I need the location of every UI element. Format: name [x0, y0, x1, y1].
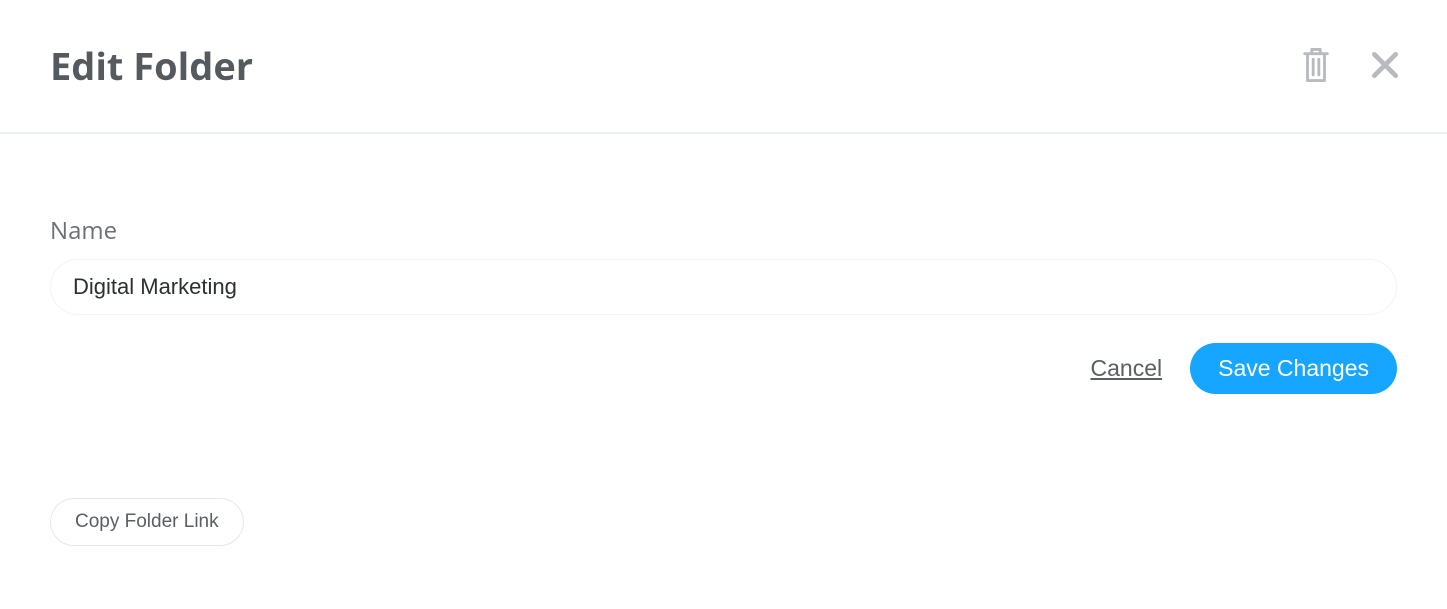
- header-actions: [1299, 45, 1401, 88]
- dialog-title: Edit Folder: [50, 40, 253, 92]
- name-label: Name: [50, 214, 1397, 247]
- delete-button[interactable]: [1299, 45, 1333, 88]
- secondary-actions: Copy Folder Link: [50, 498, 244, 546]
- close-icon: [1369, 49, 1401, 84]
- trash-icon: [1299, 45, 1333, 88]
- copy-folder-link-button[interactable]: Copy Folder Link: [50, 498, 244, 546]
- name-input[interactable]: [50, 259, 1397, 315]
- cancel-button[interactable]: Cancel: [1091, 355, 1163, 382]
- dialog-content: Name Cancel Save Changes: [0, 134, 1447, 434]
- form-actions: Cancel Save Changes: [50, 343, 1397, 394]
- dialog-header: Edit Folder: [0, 0, 1447, 134]
- save-button[interactable]: Save Changes: [1190, 343, 1397, 394]
- close-button[interactable]: [1369, 49, 1401, 84]
